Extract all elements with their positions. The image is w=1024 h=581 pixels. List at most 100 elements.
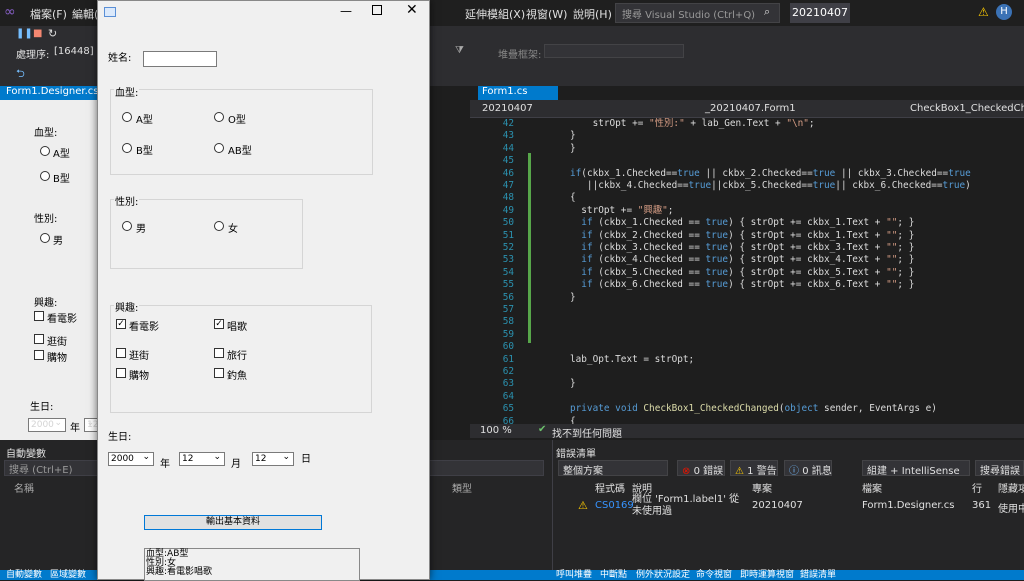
- col-desc[interactable]: 說明: [632, 480, 652, 495]
- code-line-64[interactable]: 64: [470, 391, 1024, 403]
- code-line-63[interactable]: 63}: [470, 378, 1024, 390]
- search-icon[interactable]: ⌕: [764, 5, 770, 19]
- code-line-59[interactable]: 59: [470, 329, 1024, 341]
- tab-command[interactable]: 命令視窗: [696, 570, 732, 580]
- col-file[interactable]: 檔案: [862, 480, 882, 495]
- hobby-movie-label[interactable]: 看電影: [129, 318, 159, 333]
- error-search-input[interactable]: 搜尋錯誤: [975, 460, 1024, 476]
- warning-notification-icon[interactable]: ⚠: [978, 5, 989, 19]
- build-filter-dropdown[interactable]: 組建 + IntelliSense: [862, 460, 970, 477]
- checkbox-fishing[interactable]: [214, 368, 224, 378]
- blood-b-label[interactable]: B型: [136, 142, 153, 157]
- zoom-level[interactable]: 100 %: [480, 425, 512, 436]
- user-avatar[interactable]: H: [996, 4, 1012, 20]
- radio-male[interactable]: [122, 221, 132, 231]
- restart-icon[interactable]: ↻: [48, 27, 57, 40]
- radio-blood-ab[interactable]: [214, 143, 224, 153]
- code-line-49[interactable]: 49 strOpt += "興趣";: [470, 205, 1024, 217]
- radio-blood-a[interactable]: [122, 112, 132, 122]
- code-line-66[interactable]: 66 {: [470, 416, 1024, 424]
- stop-icon[interactable]: ■: [33, 28, 42, 39]
- code-line-62[interactable]: 62: [470, 366, 1024, 378]
- radio-female[interactable]: [214, 221, 224, 231]
- hobby-travel-label[interactable]: 旅行: [227, 347, 247, 362]
- hobby-shopping-label[interactable]: 購物: [129, 367, 149, 382]
- output-info-button[interactable]: 輸出基本資料: [144, 515, 322, 530]
- menu-help[interactable]: 說明(H): [573, 6, 612, 22]
- col-line[interactable]: 行: [972, 480, 982, 495]
- errors-filter-button[interactable]: ⊗ 0 錯誤: [677, 460, 725, 477]
- code-line-51[interactable]: 51 if (ckbx_2.Checked == true) { strOpt …: [470, 230, 1024, 242]
- tab-immediate[interactable]: 即時運算視窗: [740, 570, 794, 580]
- code-line-48[interactable]: 48 {: [470, 192, 1024, 204]
- menu-file[interactable]: 檔案(F): [30, 6, 67, 22]
- issues-status[interactable]: 找不到任何問題: [552, 425, 622, 440]
- checkbox-travel[interactable]: [214, 348, 224, 358]
- code-editor[interactable]: 42 strOpt += "性別:" + lab_Gen.Text + "\n"…: [470, 118, 1024, 424]
- menu-extensions[interactable]: 延伸模組(X): [465, 6, 525, 22]
- blood-a-label[interactable]: A型: [136, 111, 153, 126]
- male-label[interactable]: 男: [136, 220, 146, 235]
- error-scope-dropdown[interactable]: 整個方案: [558, 460, 668, 477]
- code-line-65[interactable]: 65 private void CheckBox1_CheckedChanged(…: [470, 403, 1024, 415]
- tab-exceptions[interactable]: 例外狀況設定: [636, 570, 690, 580]
- warnings-filter-button[interactable]: ⚠ 1 警告: [730, 460, 778, 477]
- code-line-61[interactable]: 61 lab_Opt.Text = strOpt;: [470, 354, 1024, 366]
- month-select[interactable]: 12: [179, 451, 225, 466]
- tab-autos[interactable]: 自動變數: [6, 570, 42, 580]
- hobby-sing-label[interactable]: 唱歌: [227, 318, 247, 333]
- code-line-52[interactable]: 52 if (ckbx_3.Checked == true) { strOpt …: [470, 242, 1024, 254]
- hobby-street-label[interactable]: 逛街: [129, 347, 149, 362]
- messages-filter-button[interactable]: ⓘ 0 訊息: [784, 460, 832, 477]
- code-line-45[interactable]: 45: [470, 155, 1024, 167]
- editor-tab-form1[interactable]: Form1.cs: [478, 86, 558, 100]
- col-code[interactable]: 程式碼: [595, 480, 625, 495]
- code-line-44[interactable]: 44}: [470, 143, 1024, 155]
- tab-locals[interactable]: 區域變數: [50, 570, 86, 580]
- code-line-56[interactable]: 56}: [470, 292, 1024, 304]
- designer-tab[interactable]: Form1.Designer.cs: [0, 86, 99, 100]
- code-line-57[interactable]: 57: [470, 304, 1024, 316]
- col-project[interactable]: 專案: [752, 480, 772, 495]
- radio-blood-o[interactable]: [214, 112, 224, 122]
- blood-o-label[interactable]: O型: [228, 111, 246, 126]
- name-input[interactable]: [143, 51, 217, 67]
- menu-window[interactable]: 視窗(W): [526, 6, 567, 22]
- maximize-button[interactable]: [372, 5, 382, 15]
- tab-errorlist[interactable]: 錯誤清單: [800, 570, 836, 580]
- back-icon[interactable]: ⮌: [16, 65, 25, 84]
- code-line-50[interactable]: 50 if (ckbx_1.Checked == true) { strOpt …: [470, 217, 1024, 229]
- code-line-55[interactable]: 55 if (ckbx_6.Checked == true) { strOpt …: [470, 279, 1024, 291]
- checkbox-shopping[interactable]: [116, 368, 126, 378]
- vs-search-input[interactable]: 搜尋 Visual Studio (Ctrl+Q): [615, 3, 780, 23]
- code-line-60[interactable]: 60: [470, 341, 1024, 353]
- nav-class[interactable]: _20210407.Form1: [705, 103, 796, 114]
- radio-blood-b[interactable]: [122, 143, 132, 153]
- checkbox-sing[interactable]: ✓: [214, 319, 224, 329]
- nav-project[interactable]: 20210407: [482, 103, 533, 114]
- minimize-button[interactable]: —: [340, 4, 352, 18]
- female-label[interactable]: 女: [228, 220, 238, 235]
- code-line-46[interactable]: 46 if(ckbx_1.Checked==true || ckbx_2.Chec…: [470, 168, 1024, 180]
- col-suppress[interactable]: 隱藏項: [998, 480, 1024, 495]
- tab-breakpoints[interactable]: 中斷點: [600, 570, 627, 580]
- pause-icon[interactable]: ❚❚: [16, 28, 33, 39]
- blood-ab-label[interactable]: AB型: [228, 142, 252, 157]
- tab-callstack[interactable]: 呼叫堆疊: [556, 570, 592, 580]
- code-line-58[interactable]: 58: [470, 316, 1024, 328]
- filter-icon[interactable]: ⧩: [455, 45, 464, 56]
- stack-frame-dropdown[interactable]: [544, 44, 684, 58]
- code-line-43[interactable]: 43}: [470, 130, 1024, 142]
- checkbox-shopping-street[interactable]: [116, 348, 126, 358]
- day-select[interactable]: 12: [252, 451, 294, 466]
- code-line-47[interactable]: 47 ||ckbx_4.Checked==true||ckbx_5.Checke…: [470, 180, 1024, 192]
- nav-member[interactable]: CheckBox1_CheckedChange: [910, 103, 1024, 114]
- code-line-53[interactable]: 53 if (ckbx_4.Checked == true) { strOpt …: [470, 254, 1024, 266]
- checkbox-movie[interactable]: ✓: [116, 319, 126, 329]
- close-button[interactable]: ✕: [406, 2, 418, 18]
- hobby-fishing-label[interactable]: 釣魚: [227, 367, 247, 382]
- code-line-54[interactable]: 54 if (ckbx_5.Checked == true) { strOpt …: [470, 267, 1024, 279]
- code-line-42[interactable]: 42 strOpt += "性別:" + lab_Gen.Text + "\n"…: [470, 118, 1024, 130]
- error-code-link[interactable]: CS0169: [595, 500, 634, 511]
- year-select[interactable]: 2000: [108, 451, 154, 466]
